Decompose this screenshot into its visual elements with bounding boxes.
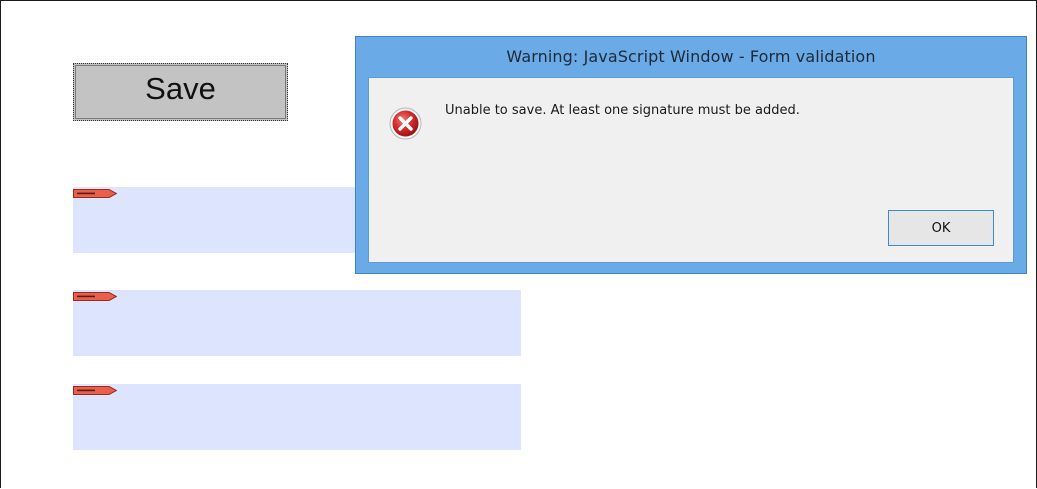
signature-field[interactable]	[73, 384, 521, 450]
dialog-body: Unable to save. At least one signature m…	[368, 77, 1014, 263]
save-button[interactable]: Save	[73, 63, 288, 121]
form-page: Save Warning: JavaScript Window - Form v…	[0, 0, 1037, 489]
error-icon	[389, 107, 422, 140]
sign-here-tag	[73, 292, 117, 301]
dialog-title: Warning: JavaScript Window - Form valida…	[506, 47, 876, 66]
ok-button[interactable]: OK	[888, 210, 994, 246]
dialog-message: Unable to save. At least one signature m…	[445, 103, 800, 118]
validation-dialog: Warning: JavaScript Window - Form valida…	[355, 36, 1027, 274]
signature-field[interactable]	[73, 290, 521, 356]
sign-here-tag	[73, 189, 117, 198]
sign-here-tag	[73, 386, 117, 395]
